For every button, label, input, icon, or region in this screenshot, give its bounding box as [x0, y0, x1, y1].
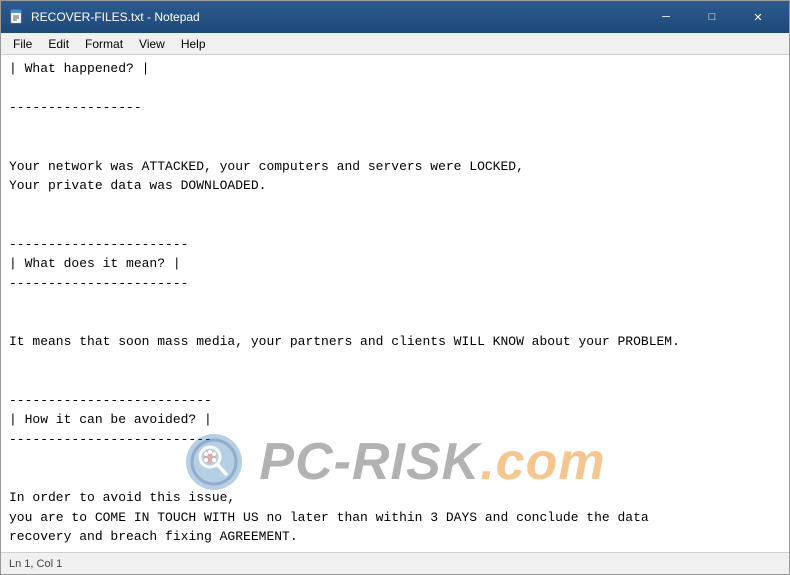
menu-format[interactable]: Format — [77, 35, 131, 53]
status-bar: Ln 1, Col 1 — [1, 552, 789, 574]
app-icon — [9, 9, 25, 25]
menu-view[interactable]: View — [131, 35, 173, 53]
close-button[interactable]: ✕ — [735, 1, 781, 33]
text-editor[interactable]: | What happened? | ----------------- You… — [1, 55, 789, 552]
cursor-position: Ln 1, Col 1 — [9, 558, 62, 570]
text-container: | What happened? | ----------------- You… — [1, 55, 789, 552]
notepad-window: RECOVER-FILES.txt - Notepad ─ □ ✕ File E… — [0, 0, 790, 575]
maximize-button[interactable]: □ — [689, 1, 735, 33]
minimize-button[interactable]: ─ — [643, 1, 689, 33]
window-title: RECOVER-FILES.txt - Notepad — [31, 10, 643, 24]
menu-file[interactable]: File — [5, 35, 40, 53]
window-controls: ─ □ ✕ — [643, 1, 781, 33]
menu-bar: File Edit Format View Help — [1, 33, 789, 55]
menu-edit[interactable]: Edit — [40, 35, 77, 53]
title-bar: RECOVER-FILES.txt - Notepad ─ □ ✕ — [1, 1, 789, 33]
menu-help[interactable]: Help — [173, 35, 214, 53]
